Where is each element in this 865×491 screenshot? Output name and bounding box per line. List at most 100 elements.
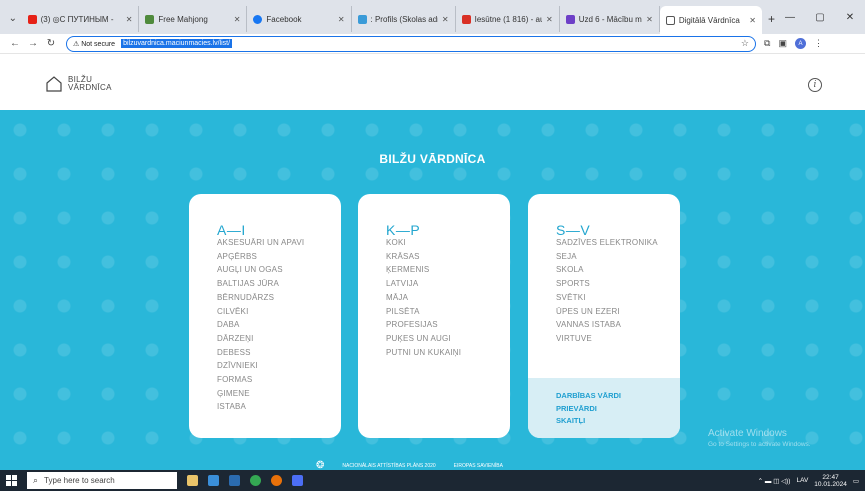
minimize-button[interactable]: — (775, 12, 805, 23)
category-link[interactable]: PUTNI UN KUKAIŅI (386, 346, 461, 360)
category-link[interactable]: BALTIJAS JŪRA (217, 277, 304, 291)
gmail-icon (461, 14, 471, 24)
category-link[interactable]: SVĒTKI (556, 291, 658, 305)
not-secure-badge[interactable]: ⚠ Not secure (73, 40, 115, 48)
category-link[interactable]: ĢIMENE (217, 387, 304, 401)
profile-avatar[interactable]: A (794, 38, 806, 49)
close-tab-icon[interactable]: ✕ (749, 16, 756, 25)
category-link[interactable]: DĀRZEŅI (217, 332, 304, 346)
site-logo[interactable]: BILŽU VĀRDNĪCA (46, 76, 112, 92)
browser-toolbar: ← → ↻ ⚠ Not secure bilzuvardnica.maciunm… (0, 34, 865, 54)
category-link[interactable]: KRĀSAS (386, 250, 461, 264)
facebook-icon (253, 14, 263, 24)
category-link[interactable]: VIRTUVE (556, 332, 658, 346)
category-link[interactable]: SPORTS (556, 277, 658, 291)
category-link[interactable]: KOKI (386, 236, 461, 250)
maximize-button[interactable]: ▢ (805, 12, 835, 23)
tab-search-icon[interactable]: ⌄ (4, 8, 22, 28)
category-link[interactable]: PUĶES UN AUGI (386, 332, 461, 346)
category-link[interactable]: ĶERMENIS (386, 263, 461, 277)
category-list: AKSESUĀRI UN APAVI APĢĒRBS AUGĻI UN OGAS… (217, 236, 304, 414)
reload-icon[interactable]: ↻ (42, 38, 60, 49)
close-tab-icon[interactable]: ✕ (442, 15, 449, 24)
url-text[interactable]: bilzuvardnica.maciunmacies.lv/list/ (121, 39, 233, 48)
explorer-app-icon[interactable] (187, 475, 198, 486)
browser-tab-strip: ⌄ (3) ◎С ПУТИНЫМ - ✕ Free Mahjong ✕ Face… (0, 0, 865, 34)
category-link[interactable]: AKSESUĀRI UN APAVI (217, 236, 304, 250)
prepositions-link[interactable]: PRIEVĀRDI (556, 403, 680, 416)
eu-logo: EIROPAS SAVIENĪBA (453, 462, 503, 469)
sidepanel-icon[interactable]: ▣ (778, 38, 787, 49)
close-tab-icon[interactable]: ✕ (546, 15, 553, 24)
clock[interactable]: 22:47 10.01.2024 (814, 474, 847, 488)
hero-section: BILŽU VĀRDNĪCA A—I AKSESUĀRI UN APAVI AP… (0, 110, 865, 470)
category-link[interactable]: SEJA (556, 250, 658, 264)
address-bar[interactable]: ⚠ Not secure bilzuvardnica.maciunmacies.… (66, 35, 756, 52)
category-link[interactable]: ISTABA (217, 400, 304, 414)
category-link[interactable]: DABA (217, 318, 304, 332)
category-link[interactable]: ŪPES UN EZERI (556, 305, 658, 319)
chrome-app-icon[interactable] (250, 475, 261, 486)
category-link[interactable]: SADZĪVES ELEKTRONIKA (556, 236, 658, 250)
house-icon (46, 76, 62, 92)
nap-logo: NACIONĀLAIS ATTĪSTĪBAS PLĀNS 2020 (342, 462, 436, 469)
store-app-icon[interactable] (208, 475, 219, 486)
mail-app-icon[interactable] (229, 475, 240, 486)
app-icon[interactable] (292, 475, 303, 486)
tray-icons[interactable]: ⌃ ▬ ◫ ◁)) (758, 477, 791, 485)
tab-digitala-vardnica[interactable]: Digitālā Vārdnīca ✕ (659, 6, 762, 34)
category-card-k-p: K—P KOKI KRĀSAS ĶERMENIS LATVIJA MĀJA PI… (358, 194, 510, 438)
category-link[interactable]: MĀJA (386, 291, 461, 305)
close-tab-icon[interactable]: ✕ (646, 15, 653, 24)
taskbar-search[interactable]: ⌕ Type here to search (27, 472, 177, 489)
tab-facebook[interactable]: Facebook ✕ (247, 6, 352, 32)
tab-title: Free Mahjong (158, 14, 208, 24)
bookmark-star-icon[interactable]: ☆ (741, 38, 749, 49)
new-tab-button[interactable]: + (768, 12, 775, 26)
tab-profils[interactable]: : Profils (Skolas adm ✕ (352, 6, 456, 32)
language-indicator[interactable]: LAV (796, 477, 808, 484)
verbs-link[interactable]: DARBĪBAS VĀRDI (556, 390, 680, 403)
numbers-link[interactable]: SKAITĻI (556, 415, 680, 428)
clock-time: 22:47 (822, 473, 839, 481)
category-link[interactable]: BĒRNUDĀRZS (217, 291, 304, 305)
search-icon: ⌕ (33, 475, 39, 485)
category-link[interactable]: AUGĻI UN OGAS (217, 263, 304, 277)
close-window-button[interactable]: ✕ (835, 12, 865, 23)
category-link[interactable]: DEBESS (217, 346, 304, 360)
taskbar-apps (187, 475, 303, 486)
windows-start-icon[interactable] (6, 475, 17, 486)
tab-title: Facebook (266, 14, 302, 24)
window-controls: — ▢ ✕ (775, 0, 865, 34)
info-icon[interactable]: i (808, 78, 822, 92)
category-link[interactable]: SKOLA (556, 263, 658, 277)
tab-youtube[interactable]: (3) ◎С ПУТИНЫМ - ✕ (22, 6, 140, 32)
eklase-icon (357, 14, 367, 24)
category-link[interactable]: FORMAS (217, 373, 304, 387)
close-tab-icon[interactable]: ✕ (234, 15, 241, 24)
category-link[interactable]: PROFESIJAS (386, 318, 461, 332)
category-list: SADZĪVES ELEKTRONIKA SEJA SKOLA SPORTS S… (556, 236, 658, 346)
menu-icon[interactable]: ⋮ (814, 38, 823, 49)
tab-gmail[interactable]: Iesūtne (1 816) - aus ✕ (456, 6, 560, 32)
category-link[interactable]: VANNAS ISTABA (556, 318, 658, 332)
notifications-icon[interactable]: ▭ (853, 477, 859, 485)
close-tab-icon[interactable]: ✕ (338, 15, 345, 24)
extensions-icon[interactable]: ⧉ (764, 38, 770, 49)
back-icon[interactable]: ← (6, 38, 24, 49)
category-card-s-v: S—V SADZĪVES ELEKTRONIKA SEJA SKOLA SPOR… (528, 194, 680, 438)
tab-mahjong[interactable]: Free Mahjong ✕ (139, 6, 248, 32)
opera-app-icon[interactable] (271, 475, 282, 486)
watermark-title: Activate Windows (708, 428, 787, 439)
tab-title: (3) ◎С ПУТИНЫМ - (40, 14, 114, 24)
category-link[interactable]: DZĪVNIEKI (217, 359, 304, 373)
activate-windows-watermark: Activate Windows Go to Settings to activ… (708, 428, 811, 448)
category-link[interactable]: APĢĒRBS (217, 250, 304, 264)
category-link[interactable]: CILVĒKI (217, 305, 304, 319)
category-card-a-i: A—I AKSESUĀRI UN APAVI APĢĒRBS AUGĻI UN … (189, 194, 341, 438)
tab-uzd6[interactable]: Uzd 6 - Mācību mat ✕ (560, 6, 660, 32)
category-link[interactable]: LATVIJA (386, 277, 461, 291)
close-tab-icon[interactable]: ✕ (126, 15, 133, 24)
forward-icon[interactable]: → (24, 38, 42, 49)
category-link[interactable]: PILSĒTA (386, 305, 461, 319)
